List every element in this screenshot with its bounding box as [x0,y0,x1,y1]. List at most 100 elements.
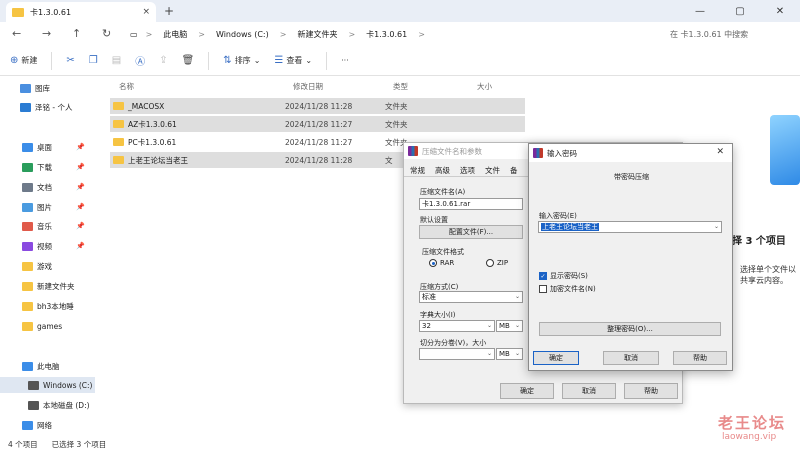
view-button[interactable]: ☰ 查看 ⌄ [274,55,312,66]
view-label: 查看 [286,56,303,65]
folder-icon [113,120,124,128]
pin-icon: 📌 [76,143,85,151]
sidebar-item-label: 桌面 [37,142,52,152]
sidebar-item-music[interactable]: 音乐 📌 [0,218,95,234]
password-input[interactable]: 上老王论坛当老王 ⌄ [538,221,722,233]
sidebar-item-d-drive[interactable]: 本地磁盘 (D:) [0,397,95,413]
sidebar-item-desktop[interactable]: 桌面 📌 [0,139,95,155]
chevron-right-icon: > [198,29,205,39]
split-label: 切分为分卷(V)，大小 [420,339,487,347]
delete-button[interactable]: 🗑 [182,55,195,66]
sort-button[interactable]: ⇅ 排序 ⌄ [223,55,260,66]
file-type: 文件夹 [385,119,408,129]
share-button[interactable]: ⇪ [159,55,167,66]
organize-passwords-button[interactable]: 整理密码(O)... [539,322,721,336]
encrypt-names-checkbox[interactable]: 加密文件名(N) [539,284,596,294]
explorer-tab[interactable]: 卡1.3.0.61 × [6,2,156,22]
minimize-button[interactable]: — [680,0,720,22]
sidebar-item-this-pc[interactable]: 此电脑 [0,358,95,374]
file-row[interactable]: AZ卡1.3.0.61 2024/11/28 11:27 文件夹 [110,116,525,132]
tab-general[interactable]: 常规 [410,165,425,176]
network-icon [22,420,33,430]
file-name: 上老王论坛当老王 [128,155,188,165]
up-button[interactable]: ↑ [72,27,81,40]
dict-unit: MB [499,322,510,330]
desktop-icon [22,142,33,152]
sidebar-item-bh3[interactable]: bh3本地睡 [0,298,95,314]
breadcrumb-current[interactable]: 卡1.3.0.61 [363,29,410,40]
split-select[interactable]: ⌄ [419,348,495,360]
dict-select[interactable]: 32 ⌄ [419,320,495,332]
sidebar-item-games[interactable]: games [0,318,95,334]
pin-icon: 📌 [76,222,85,230]
archive-ok-button[interactable]: 确定 [500,383,554,399]
folder-icon [113,102,124,110]
breadcrumb-c-drive[interactable]: Windows (C:) [213,30,272,39]
breadcrumb-new-folder[interactable]: 新建文件夹 [294,29,340,40]
format-zip-radio[interactable]: ZIP [486,259,508,267]
show-password-checkbox[interactable]: ✓ 显示密码(S) [539,271,588,281]
chevron-right-icon: > [418,29,425,39]
command-bar: ⊕ 新建 ✂ ❐ ▤ Ⓐ ⇪ 🗑 ⇅ 排序 ⌄ ☰ 查看 ⌄ ··· [0,46,800,76]
sidebar-item-videos[interactable]: 视频 📌 [0,238,95,254]
sidebar-item-c-drive[interactable]: Windows (C:) [0,377,95,393]
details-text: 选择单个文件以共享云内容。 [740,265,796,285]
file-row[interactable]: _MACOSX 2024/11/28 11:28 文件夹 [110,98,525,114]
close-window-button[interactable]: ✕ [760,0,800,22]
column-size[interactable]: 大小 [477,81,492,92]
profiles-button[interactable]: 配置文件(F)... [419,225,523,239]
rename-button[interactable]: Ⓐ [135,53,145,68]
password-ok-button[interactable]: 确定 [533,351,579,365]
back-button[interactable]: ← [12,27,21,40]
split-unit-select[interactable]: MB ⌄ [496,348,523,360]
password-help-button[interactable]: 帮助 [673,351,727,365]
method-value: 标准 [422,293,436,301]
new-tab-button[interactable]: + [164,4,174,18]
sidebar-item-downloads[interactable]: 下载 📌 [0,159,95,175]
archive-name-input[interactable]: 卡1.3.0.61.rar [419,198,523,210]
maximize-button[interactable]: ▢ [720,0,760,22]
dict-unit-select[interactable]: MB ⌄ [496,320,523,332]
file-date: 2024/11/28 11:27 [285,119,353,129]
tab-close-icon[interactable]: × [142,7,150,17]
paste-icon: ▤ [111,55,122,66]
format-zip-label: ZIP [497,259,509,267]
sidebar-item-documents[interactable]: 文档 📌 [0,179,95,195]
cut-button[interactable]: ✂ [66,55,74,66]
new-folder-icon [22,281,33,291]
archive-cancel-button[interactable]: 取消 [562,383,616,399]
sidebar-item-pictures[interactable]: 图片 📌 [0,199,95,215]
refresh-button[interactable]: ↻ [102,27,111,40]
file-name: _MACOSX [128,101,165,111]
tab-files[interactable]: 文件 [485,165,500,176]
sidebar-item-network[interactable]: 网络 [0,417,95,433]
tab-options[interactable]: 选项 [460,165,475,176]
sidebar-item-onedrive[interactable]: 泽铭 - 个人 [0,99,95,115]
tab-backup[interactable]: 备 [510,165,518,176]
column-date[interactable]: 修改日期 [293,81,323,92]
sidebar-item-games-folder[interactable]: 游戏 [0,258,95,274]
more-button[interactable]: ··· [341,56,349,65]
search-input[interactable]: 在 卡1.3.0.61 中搜索 [660,25,796,43]
password-cancel-button[interactable]: 取消 [603,351,659,365]
format-rar-radio[interactable]: RAR [429,259,454,267]
forward-button[interactable]: → [42,27,51,40]
breadcrumb-this-pc[interactable]: 此电脑 [160,29,190,40]
show-password-label: 显示密码(S) [550,272,588,280]
videos-icon [22,241,33,251]
new-button[interactable]: ⊕ 新建 [10,55,37,66]
chevron-down-icon: ⌄ [486,322,492,329]
selected-count: 已选择 3 个项目 [51,440,107,449]
copy-button[interactable]: ❐ [89,55,98,66]
chevron-down-icon: ⌄ [713,223,719,230]
close-icon[interactable]: ✕ [716,147,724,157]
sidebar-item-new-folder[interactable]: 新建文件夹 [0,278,95,294]
sidebar-item-gallery[interactable]: 图库 [0,80,95,96]
column-name[interactable]: 名称 [119,81,134,92]
method-select[interactable]: 标准 ⌄ [419,291,523,303]
address-bar[interactable]: ▭ > 此电脑 > Windows (C:) > 新建文件夹 > 卡1.3.0.… [130,25,650,43]
tab-advanced[interactable]: 高级 [435,165,450,176]
column-type[interactable]: 类型 [393,81,408,92]
archive-help-button[interactable]: 帮助 [624,383,678,399]
paste-button[interactable]: ▤ [112,55,121,66]
